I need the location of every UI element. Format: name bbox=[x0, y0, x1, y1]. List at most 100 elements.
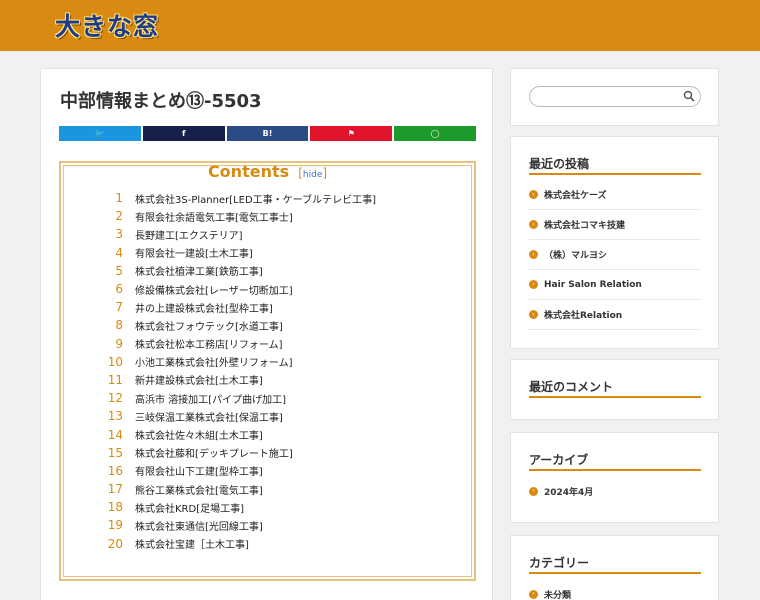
toc-item-link[interactable]: 三岐保温工業株式会社[保温工事] bbox=[135, 409, 283, 424]
category-item[interactable]: › 未分類 bbox=[529, 579, 701, 600]
toc-item-number: 13 bbox=[107, 409, 123, 424]
toc-item[interactable]: 5 株式会社植津工業[鉄筋工事] bbox=[99, 262, 376, 280]
toc-item-link[interactable]: 株式会社松本工務店[リフォーム] bbox=[135, 336, 283, 351]
chevron-right-icon: › bbox=[529, 250, 538, 259]
toc-item-link[interactable]: 長野建工[エクステリア] bbox=[135, 227, 243, 242]
facebook-icon: f bbox=[181, 129, 186, 138]
toc-item-link[interactable]: 有限会社余語電気工事[電気工事士] bbox=[135, 209, 293, 224]
toc-item[interactable]: 16 有限会社山下工建[型枠工事] bbox=[99, 462, 376, 480]
recent-post-item[interactable]: › Hair Salon Relation bbox=[529, 270, 701, 300]
toc-item[interactable]: 13 三岐保温工業株式会社[保温工事] bbox=[99, 407, 376, 425]
toc-item-link[interactable]: 株式会社東通信[光回線工事] bbox=[135, 518, 263, 533]
toc-header: Contents [hide] bbox=[61, 162, 474, 181]
chevron-right-icon: › bbox=[529, 280, 538, 289]
recent-comments-widget: 最近のコメント bbox=[510, 359, 719, 420]
toc-item-number: 3 bbox=[115, 227, 123, 242]
chevron-right-icon: › bbox=[529, 220, 538, 229]
toc-item[interactable]: 9 株式会社松本工務店[リフォーム] bbox=[99, 335, 376, 353]
title-underline bbox=[529, 469, 701, 471]
toc-item-number: 8 bbox=[115, 318, 123, 333]
pocket-icon: ⚑ bbox=[347, 129, 355, 138]
toc-item-link[interactable]: 井の上建設株式会社[型枠工事] bbox=[135, 300, 273, 315]
toc-item[interactable]: 17 熊谷工業株式会社[電気工事] bbox=[99, 480, 376, 498]
toc-item[interactable]: 12 高浜市 溶接加工[パイプ曲げ加工] bbox=[99, 389, 376, 407]
recent-post-link: 株式会社Relation bbox=[544, 311, 623, 321]
search-widget bbox=[510, 68, 719, 126]
site-logo[interactable]: 大きな窓 bbox=[55, 7, 159, 43]
toc-item[interactable]: 3 長野建工[エクステリア] bbox=[99, 225, 376, 243]
hatena-icon: B! bbox=[262, 129, 273, 138]
line-share-button[interactable]: ◯ bbox=[394, 126, 476, 141]
categories-title: カテゴリー bbox=[529, 556, 590, 570]
recent-post-link: Hair Salon Relation bbox=[544, 279, 642, 290]
toc-item-number: 12 bbox=[107, 391, 123, 406]
toc-item-number: 2 bbox=[115, 209, 123, 224]
toc-item-link[interactable]: 有限会社山下工建[型枠工事] bbox=[135, 463, 263, 478]
toc-item-link[interactable]: 株式会社KRD[足場工事] bbox=[135, 500, 244, 515]
toc-item[interactable]: 14 株式会社佐々木組[土木工事] bbox=[99, 425, 376, 443]
toc-item-link[interactable]: 修設備株式会社[レーザー切断加工] bbox=[135, 282, 293, 297]
recent-post-item[interactable]: › 株式会社コマキ技建 bbox=[529, 210, 701, 240]
chevron-right-icon: › bbox=[529, 486, 538, 496]
toc-item-link[interactable]: 高浜市 溶接加工[パイプ曲げ加工] bbox=[135, 391, 286, 406]
toc-item[interactable]: 20 株式会社宝建［土木工事] bbox=[99, 535, 376, 553]
recent-comments-title: 最近のコメント bbox=[529, 380, 614, 394]
toc-item[interactable]: 19 株式会社東通信[光回線工事] bbox=[99, 516, 376, 534]
toc-item-link[interactable]: 株式会社佐々木組[土木工事] bbox=[135, 427, 263, 442]
toc-item[interactable]: 8 株式会社フォウテック[水道工事] bbox=[99, 316, 376, 334]
twitter-share-button[interactable]: 🐦 bbox=[59, 126, 141, 141]
toc-item-number: 7 bbox=[115, 300, 123, 315]
toc-item[interactable]: 4 有限会社一建設[土木工事] bbox=[99, 244, 376, 262]
logo-text: 大きな窓 bbox=[55, 12, 160, 41]
recent-posts-widget: 最近の投稿 › 株式会社ケーズ › 株式会社コマキ技建 › （株）マルヨシ › Hair Sa… bbox=[510, 136, 719, 349]
toc-item-link[interactable]: 株式会社植津工業[鉄筋工事] bbox=[135, 263, 263, 278]
toc-item[interactable]: 18 株式会社KRD[足場工事] bbox=[99, 498, 376, 516]
twitter-icon: 🐦 bbox=[94, 129, 105, 138]
categories-widget: カテゴリー › 未分類 bbox=[510, 535, 719, 600]
toc-item-number: 11 bbox=[107, 372, 123, 387]
site-header: 大きな窓 bbox=[0, 0, 760, 51]
toc-item-link[interactable]: 新井建設株式会社[土木工事] bbox=[135, 372, 263, 387]
toc-item-number: 6 bbox=[115, 282, 123, 297]
search-icon[interactable] bbox=[683, 90, 695, 102]
search-input[interactable] bbox=[529, 86, 701, 107]
line-icon: ◯ bbox=[430, 129, 440, 138]
toc-item-number: 15 bbox=[107, 445, 123, 460]
toc-item[interactable]: 10 小池工業株式会社[外壁リフォーム] bbox=[99, 353, 376, 371]
toc-item[interactable]: 11 新井建設株式会社[土木工事] bbox=[99, 371, 376, 389]
toc-item[interactable]: 7 井の上建設株式会社[型枠工事] bbox=[99, 298, 376, 316]
toc-item-number: 9 bbox=[115, 336, 123, 351]
toc-item-link[interactable]: 熊谷工業株式会社[電気工事] bbox=[135, 482, 263, 497]
toc-item-number: 4 bbox=[115, 245, 123, 260]
toc-item-link[interactable]: 株式会社3S-Planner[LED工事・ケーブルテレビ工事] bbox=[135, 191, 376, 206]
toc-item-link[interactable]: 株式会社藤和[デッキプレート施工] bbox=[135, 445, 293, 460]
recent-post-link: 株式会社コマキ技建 bbox=[544, 221, 626, 231]
chevron-right-icon: › bbox=[529, 310, 538, 319]
facebook-share-button[interactable]: f bbox=[142, 126, 225, 141]
toc-hide-toggle[interactable]: [hide] bbox=[298, 166, 327, 180]
recent-post-item[interactable]: › 株式会社Relation bbox=[529, 300, 701, 330]
page-title: 中部情報まとめ⑬-5503 bbox=[60, 91, 262, 112]
title-underline bbox=[529, 173, 701, 175]
toc-item-link[interactable]: 株式会社フォウテック[水道工事] bbox=[135, 318, 283, 333]
table-of-contents: Contents [hide] 1 株式会社3S-Planner[LED工事・ケー… bbox=[59, 161, 476, 581]
toc-hide-label: hide bbox=[302, 170, 323, 180]
toc-item-link[interactable]: 有限会社一建設[土木工事] bbox=[135, 245, 253, 260]
recent-post-item[interactable]: › （株）マルヨシ bbox=[529, 240, 701, 270]
toc-item[interactable]: 1 株式会社3S-Planner[LED工事・ケーブルテレビ工事] bbox=[99, 189, 376, 207]
recent-post-item[interactable]: › 株式会社ケーズ bbox=[529, 180, 701, 210]
toc-item-number: 5 bbox=[115, 263, 123, 278]
toc-item-number: 1 bbox=[115, 191, 123, 206]
pocket-share-button[interactable]: ⚑ bbox=[310, 126, 393, 141]
toc-item-number: 14 bbox=[107, 427, 123, 442]
hatena-share-button[interactable]: B! bbox=[226, 126, 309, 141]
category-item-label: 未分類 bbox=[544, 590, 572, 600]
toc-item-link[interactable]: 小池工業株式会社[外壁リフォーム] bbox=[135, 354, 293, 369]
toc-item[interactable]: 2 有限会社余語電気工事[電気工事士] bbox=[99, 207, 376, 225]
recent-post-link: 株式会社ケーズ bbox=[544, 191, 607, 201]
toc-item-link[interactable]: 株式会社宝建［土木工事] bbox=[135, 536, 249, 551]
archive-item[interactable]: › 2024年4月 bbox=[529, 476, 701, 506]
toc-item-number: 20 bbox=[107, 536, 123, 551]
toc-item[interactable]: 15 株式会社藤和[デッキプレート施工] bbox=[99, 444, 376, 462]
toc-item[interactable]: 6 修設備株式会社[レーザー切断加工] bbox=[99, 280, 376, 298]
